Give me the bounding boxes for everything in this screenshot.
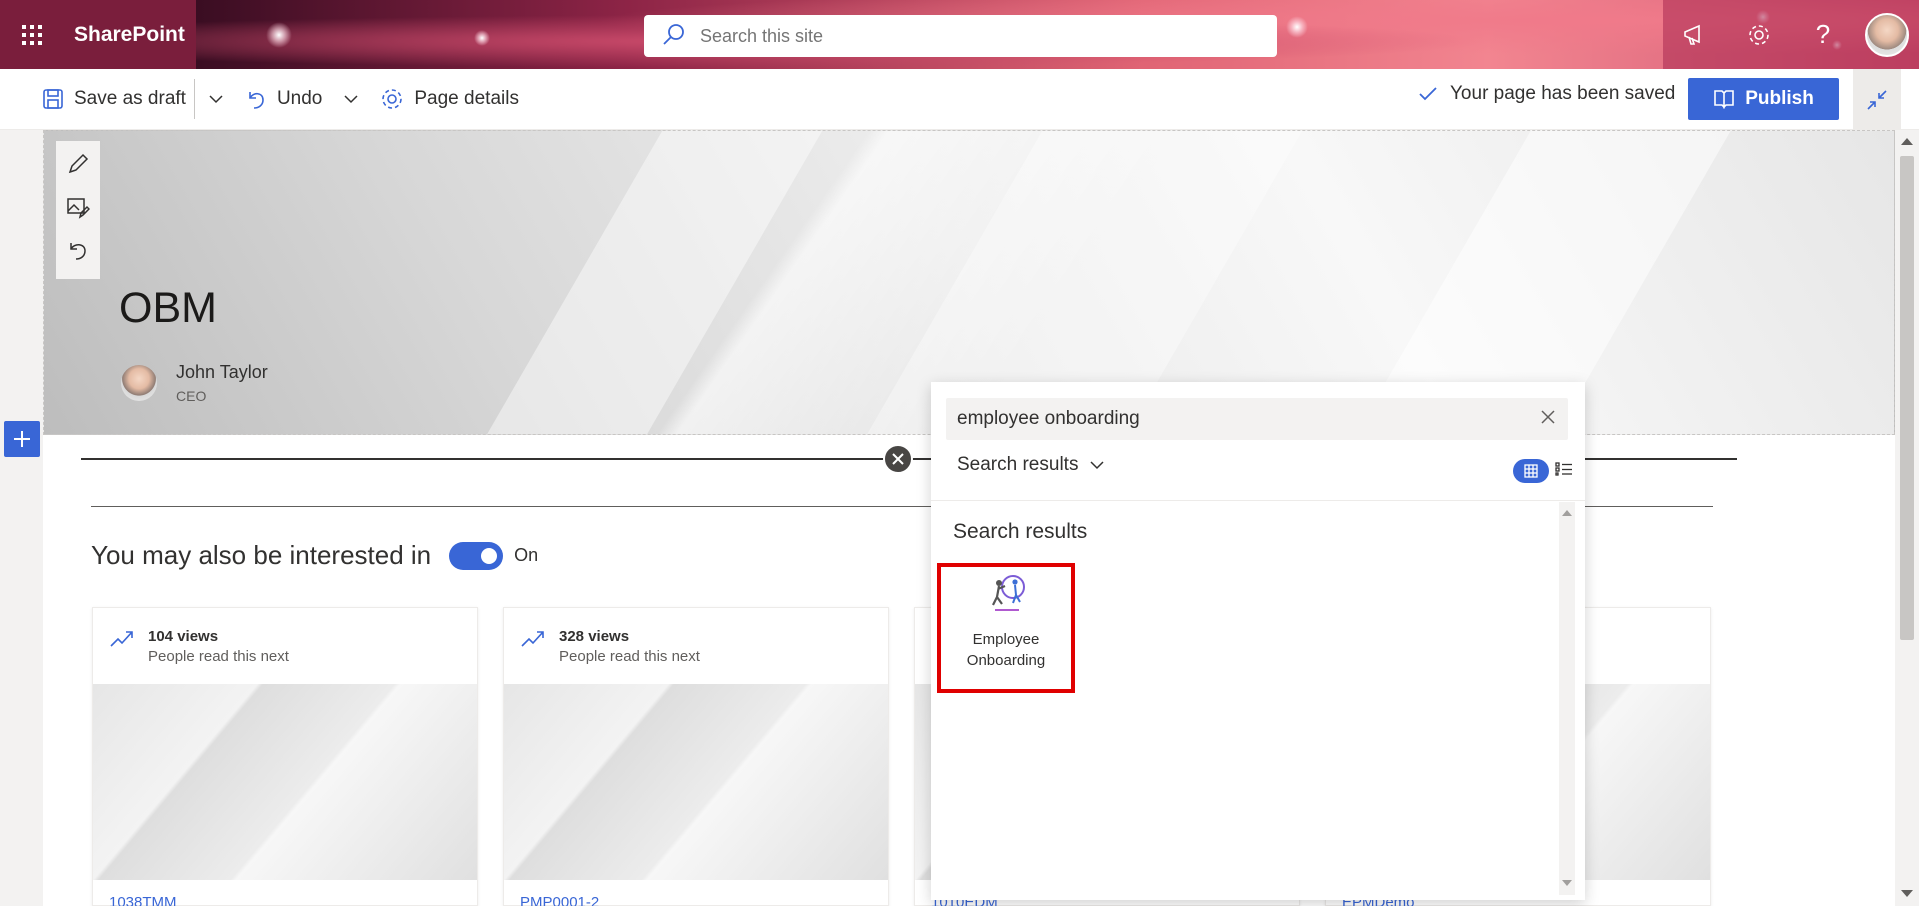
reset-icon[interactable]: [66, 239, 90, 268]
save-as-draft-label: Save as draft: [74, 88, 186, 109]
scroll-thumb[interactable]: [1900, 156, 1914, 640]
scroll-up-icon[interactable]: [1901, 138, 1913, 145]
search-result-tile[interactable]: Employee Onboarding: [937, 563, 1075, 693]
command-bar: Save as draft Undo Page details Your pag…: [0, 69, 1919, 130]
result-title-line1: Employee: [972, 631, 1040, 648]
scroll-down-icon[interactable]: [1562, 880, 1572, 886]
plus-icon: [14, 431, 30, 447]
undo-options-chevron[interactable]: [330, 77, 372, 121]
card-title[interactable]: PMP0001-2: [520, 894, 599, 906]
megaphone-icon[interactable]: [1663, 0, 1727, 69]
card-subtitle: People read this next: [148, 648, 289, 665]
undo-button[interactable]: Undo: [237, 77, 330, 121]
results-source-dropdown[interactable]: Search results: [957, 454, 1104, 476]
trending-icon: [521, 631, 544, 647]
suite-bar: SharePoint ?: [0, 0, 1919, 69]
picker-scrollbar[interactable]: [1559, 502, 1575, 895]
save-status: Your page has been saved: [1418, 83, 1675, 105]
edit-image-icon[interactable]: [66, 195, 91, 224]
onboarding-logo-icon: [985, 573, 1027, 615]
related-heading: You may also be interested in: [91, 540, 432, 570]
brand-name[interactable]: SharePoint: [74, 23, 185, 47]
hero-toolbar: [56, 141, 100, 279]
account-button[interactable]: [1855, 0, 1919, 69]
gear-icon: [382, 89, 403, 109]
close-webpart-button[interactable]: [883, 444, 913, 474]
chevron-down-icon: [209, 95, 223, 104]
suite-left: SharePoint: [0, 0, 196, 69]
related-toggle[interactable]: [449, 541, 504, 570]
trending-icon: [110, 631, 133, 647]
search-icon: [662, 22, 686, 51]
card-meta: 104 views People read this next: [109, 628, 289, 665]
undo-icon: [249, 92, 264, 109]
scroll-down-icon[interactable]: [1901, 890, 1913, 897]
chevron-down-icon: [1090, 461, 1104, 470]
publish-button[interactable]: Publish: [1688, 78, 1839, 120]
related-card[interactable]: 328 views People read this next PMP0001-…: [503, 607, 889, 906]
list-view-icon[interactable]: [1555, 461, 1573, 481]
undo-label: Undo: [276, 88, 323, 109]
card-views: 328 views: [559, 628, 630, 645]
picker-search-input[interactable]: [957, 408, 1517, 430]
related-card[interactable]: 104 views People read this next 1038TMM: [92, 607, 478, 906]
close-icon: [892, 453, 904, 465]
author-text: John Taylor CEO: [176, 362, 268, 404]
site-search-box[interactable]: [644, 15, 1277, 57]
publish-label: Publish: [1745, 88, 1814, 109]
scroll-up-icon[interactable]: [1562, 510, 1572, 516]
save-status-text: Your page has been saved: [1450, 83, 1676, 104]
grid-view-icon[interactable]: [1513, 459, 1549, 483]
site-search-input[interactable]: [700, 25, 1240, 47]
author-block: John Taylor CEO: [121, 362, 268, 404]
card-thumbnail: [504, 684, 888, 880]
collapse-button[interactable]: [1853, 69, 1901, 130]
book-icon: [1714, 90, 1734, 109]
author-avatar: [121, 365, 157, 401]
avatar: [1865, 12, 1909, 57]
author-name: John Taylor: [176, 362, 268, 382]
hero-shape: [442, 131, 846, 434]
help-glyph: ?: [1815, 19, 1831, 49]
divider: [931, 500, 1585, 501]
help-icon[interactable]: ?: [1791, 0, 1855, 69]
add-section-button[interactable]: [4, 421, 40, 457]
waffle-icon[interactable]: [0, 0, 64, 69]
search-picker-panel: Search results Search results Employee O…: [931, 382, 1585, 900]
result-title-line2: Onboarding: [966, 652, 1046, 669]
checkmark-icon: [1419, 87, 1437, 101]
result-title: Employee Onboarding: [956, 629, 1056, 671]
related-toggle-label: On: [514, 545, 539, 565]
suite-right-actions: ?: [1663, 0, 1919, 69]
results-heading: Search results: [953, 520, 1088, 543]
gear-icon[interactable]: [1727, 0, 1791, 69]
page-details-label: Page details: [414, 88, 519, 109]
card-meta: 328 views People read this next: [520, 628, 700, 665]
results-source-label: Search results: [957, 454, 1079, 475]
related-section-header: You may also be interested in On: [91, 540, 538, 571]
collapse-icon: [1867, 89, 1887, 110]
page-scrollbar[interactable]: [1895, 130, 1919, 906]
card-views: 104 views: [148, 628, 219, 645]
picker-search-box[interactable]: [946, 398, 1568, 440]
page-title[interactable]: OBM: [119, 284, 217, 333]
card-thumbnail: [93, 684, 477, 880]
clear-search-icon[interactable]: [1540, 409, 1556, 430]
author-role: CEO: [176, 388, 207, 404]
save-options-chevron[interactable]: [195, 77, 237, 121]
view-toggle: [1513, 459, 1573, 483]
chevron-down-icon: [344, 95, 358, 104]
pencil-icon[interactable]: [66, 152, 90, 181]
save-icon: [43, 89, 63, 109]
save-as-draft-button[interactable]: Save as draft: [34, 77, 194, 121]
page-details-button[interactable]: Page details: [372, 77, 527, 121]
card-title[interactable]: 1038TMM: [109, 894, 177, 906]
card-subtitle: People read this next: [559, 648, 700, 665]
